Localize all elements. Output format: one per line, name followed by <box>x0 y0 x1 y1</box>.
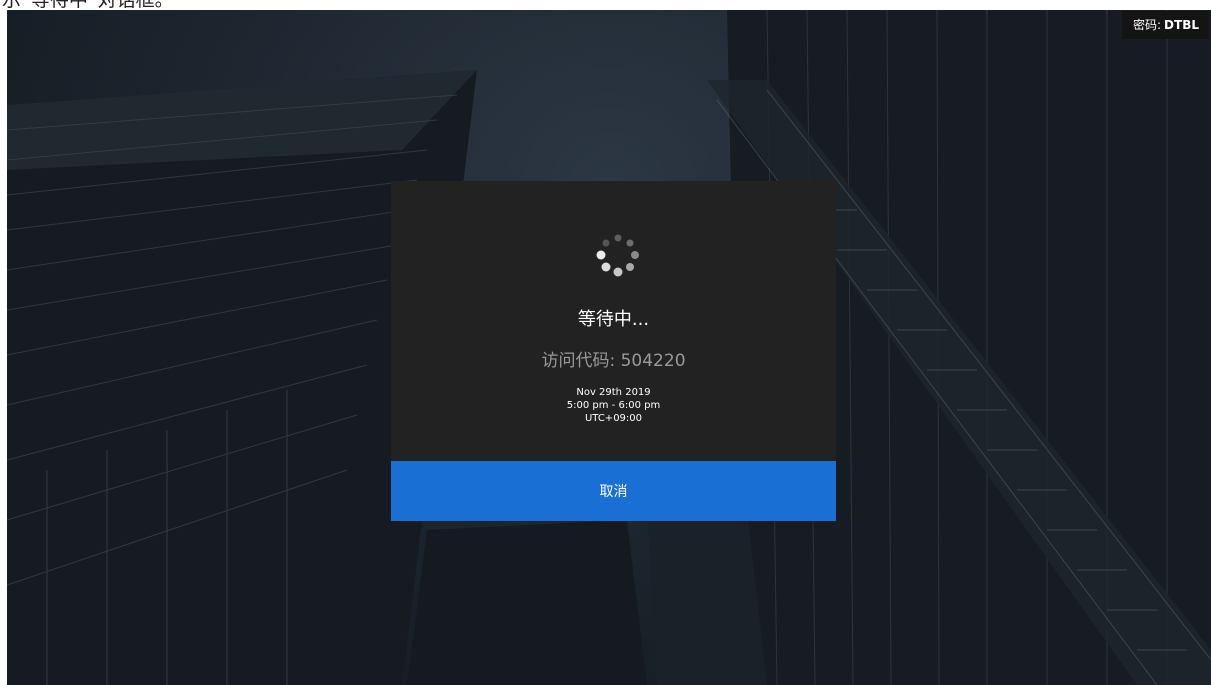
schedule-info: Nov 29th 2019 5:00 pm - 6:00 pm UTC+09:0… <box>391 386 836 425</box>
loading-spinner-icon <box>596 234 639 277</box>
schedule-timezone: UTC+09:00 <box>584 413 643 424</box>
app-screen: 密码: DTBL 等待中... 访问代码: 504220 Nov 29th 201… <box>7 10 1211 685</box>
dialog-title: 等待中... <box>577 309 650 330</box>
schedule-time: 5:00 pm - 6:00 pm <box>566 400 661 411</box>
password-badge: 密码: DTBL <box>1122 11 1209 39</box>
schedule-date: Nov 29th 2019 <box>576 387 651 398</box>
access-code-value: 504220 <box>620 351 686 371</box>
access-code-row: 访问代码: 504220 <box>391 346 836 371</box>
password-label: 密码: <box>1133 18 1162 32</box>
waiting-dialog: 等待中... 访问代码: 504220 Nov 29th 2019 5:00 p… <box>391 181 836 521</box>
access-code-label: 访问代码: <box>541 351 616 371</box>
cancel-button[interactable]: 取消 <box>391 461 836 521</box>
password-value: DTBL <box>1164 18 1199 32</box>
